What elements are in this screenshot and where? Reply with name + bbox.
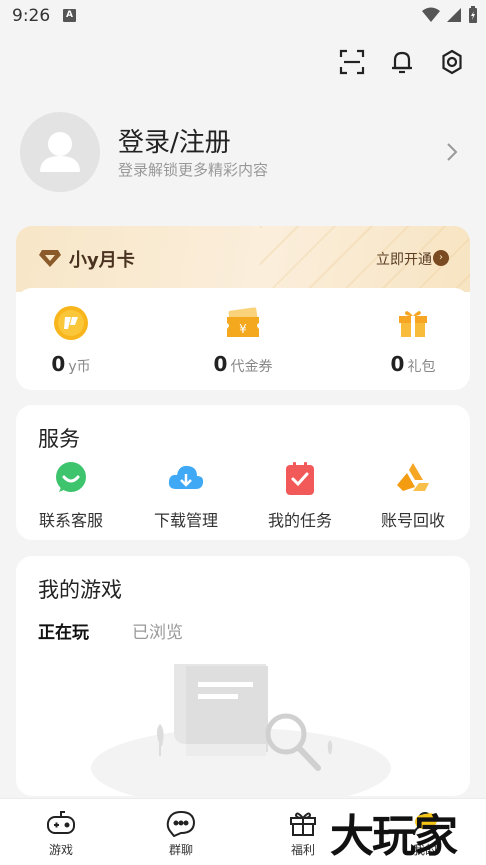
task-icon xyxy=(286,462,314,495)
stat-voucher[interactable]: ¥ 0 代金券 xyxy=(188,304,298,376)
vip-title: 小y月卡 xyxy=(69,250,135,271)
services-title: 服务 xyxy=(38,427,80,451)
tab-playing-label: 正在玩 xyxy=(38,623,89,643)
nav-games[interactable]: 游戏 xyxy=(26,809,96,858)
service-contact[interactable]: 联系客服 xyxy=(16,461,126,531)
tab-browsed[interactable]: 已浏览 xyxy=(132,618,183,643)
scan-icon[interactable] xyxy=(338,48,366,76)
voucher-label: 代金券 xyxy=(230,359,273,375)
gift-icon xyxy=(399,311,427,337)
signal-icon xyxy=(447,8,461,22)
nav-group-chat[interactable]: 群聊 xyxy=(146,809,216,858)
chevron-right-icon xyxy=(447,143,458,161)
status-time: 9:26 xyxy=(12,6,51,26)
nav-games-label: 游戏 xyxy=(48,843,73,857)
gift-value: 0 xyxy=(390,352,405,376)
y-coin-value: 0 xyxy=(51,352,66,376)
login-title[interactable]: 登录/注册 xyxy=(118,122,231,159)
watermark-logo: 大玩家 xyxy=(330,811,458,862)
voucher-icon: ¥ xyxy=(227,307,259,337)
notification-icon: A xyxy=(63,9,76,22)
login-profile-row[interactable]: 登录/注册 登录解锁更多精彩内容 xyxy=(20,112,466,194)
arrow-right-icon[interactable]: › xyxy=(433,250,449,266)
login-subtitle: 登录解锁更多精彩内容 xyxy=(118,161,269,179)
empty-state-illustration xyxy=(91,664,391,796)
wifi-icon xyxy=(422,7,440,22)
vip-open-button[interactable]: 立即开通 xyxy=(376,249,432,269)
vip-card: 小y月卡 立即开通 › 0 y币 ¥ 0 代金券 0 礼包 xyxy=(16,226,470,390)
group-chat-icon xyxy=(166,810,196,837)
my-games-title: 我的游戏 xyxy=(38,578,122,602)
battery-icon xyxy=(469,6,477,23)
nav-group-chat-label: 群聊 xyxy=(168,843,193,857)
vip-stats: 0 y币 ¥ 0 代金券 0 礼包 xyxy=(16,288,470,390)
stat-y-coin[interactable]: 0 y币 xyxy=(16,304,126,376)
gamepad-icon xyxy=(47,811,75,834)
service-tasks-label: 我的任务 xyxy=(267,511,332,530)
status-bar: 9:26 A xyxy=(0,0,486,34)
bell-icon[interactable] xyxy=(388,48,416,76)
service-contact-label: 联系客服 xyxy=(38,511,103,530)
y-coin-icon xyxy=(54,306,88,340)
welfare-gift-icon xyxy=(290,812,316,836)
diamond-icon xyxy=(39,250,61,267)
gift-label: 礼包 xyxy=(407,359,436,375)
services-card: 服务 联系客服 下载管理 我的任务 账号回收 xyxy=(16,405,470,540)
service-recycle[interactable]: 账号回收 xyxy=(358,461,468,531)
nav-welfare[interactable]: 福利 xyxy=(268,809,338,858)
service-tasks[interactable]: 我的任务 xyxy=(245,461,355,531)
service-download-label: 下载管理 xyxy=(153,511,218,530)
svg-text:¥: ¥ xyxy=(239,322,247,336)
voucher-value: 0 xyxy=(213,352,228,376)
recycle-icon xyxy=(397,463,429,491)
y-coin-label: y币 xyxy=(68,359,91,375)
vip-banner[interactable]: 小y月卡 立即开通 › xyxy=(16,226,470,292)
stat-gift[interactable]: 0 礼包 xyxy=(358,304,468,376)
chat-icon xyxy=(56,462,86,492)
my-games-card: 我的游戏 正在玩 已浏览 xyxy=(16,556,470,796)
download-icon xyxy=(168,465,204,489)
service-recycle-label: 账号回收 xyxy=(380,511,445,530)
nav-welfare-label: 福利 xyxy=(290,843,315,857)
tab-playing[interactable]: 正在玩 xyxy=(38,618,90,645)
service-download[interactable]: 下载管理 xyxy=(131,461,241,531)
avatar xyxy=(20,112,100,192)
gear-icon[interactable] xyxy=(438,48,466,76)
